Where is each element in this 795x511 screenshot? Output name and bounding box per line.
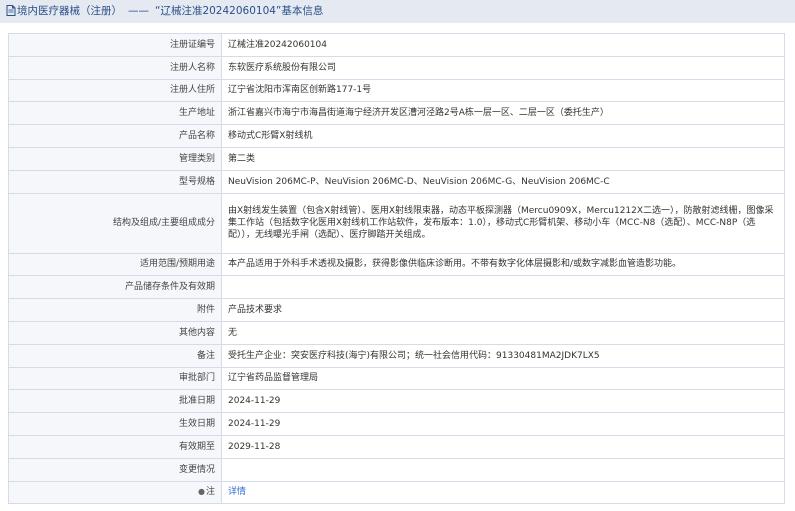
table-row: ●注 详情 xyxy=(8,480,785,505)
table-row: 有效期至 2029-11-28 xyxy=(8,434,785,459)
table-row: 附件 产品技术要求 xyxy=(8,298,785,322)
row-label: 批准日期 xyxy=(8,389,222,414)
row-label: 注册人名称 xyxy=(8,55,222,80)
row-label: 有效期至 xyxy=(8,434,222,459)
info-table: 注册证编号 辽械注准20242060104 注册人名称 东软医疗系统股份有限公司… xyxy=(8,33,785,505)
row-label: 管理类别 xyxy=(8,146,222,171)
row-label: 型号规格 xyxy=(8,169,222,194)
table-row: 型号规格 NeuVision 206MC-P、NeuVision 206MC-D… xyxy=(8,169,785,194)
row-value: 辽宁省药品监督管理局 xyxy=(221,366,785,391)
row-value: 辽宁省沈阳市浑南区创新路177-1号 xyxy=(221,78,785,103)
row-value: 产品技术要求 xyxy=(221,298,785,322)
table-row: 管理类别 第二类 xyxy=(8,146,785,171)
row-value: 辽械注准20242060104 xyxy=(221,33,785,57)
row-label: 注册证编号 xyxy=(8,33,222,57)
page-title: “辽械注准20242060104”基本信息 xyxy=(155,5,324,17)
row-label: 附件 xyxy=(8,298,222,322)
page-header: 境内医疗器械（注册） —— “辽械注准20242060104”基本信息 xyxy=(0,0,795,23)
row-label: 结构及组成/主要组成成分 xyxy=(8,192,222,254)
table-row: 产品储存条件及有效期 xyxy=(8,275,785,300)
details-link[interactable]: 详情 xyxy=(228,487,246,497)
row-value: 第二类 xyxy=(221,146,785,171)
breadcrumb-separator: —— xyxy=(128,5,149,17)
note-value-cell: 详情 xyxy=(221,480,785,505)
row-value: 本产品适用于外科手术透视及摄影，获得影像供临床诊断用。不带有数字化体层摄影和/或… xyxy=(221,252,785,277)
table-row: 结构及组成/主要组成成分 由X射线发生装置（包含X射线管）、医用X射线限束器，动… xyxy=(8,192,785,254)
table-row: 变更情况 xyxy=(8,457,785,482)
table-row: 备注 受托生产企业：突安医疗科技(海宁)有限公司；统一社会信用代码：913304… xyxy=(8,343,785,368)
note-label-cell: ●注 xyxy=(8,480,222,505)
pin-icon: ● xyxy=(198,487,205,497)
table-row: 审批部门 辽宁省药品监督管理局 xyxy=(8,366,785,391)
row-label: 注 xyxy=(205,487,215,498)
row-label: 产品储存条件及有效期 xyxy=(8,275,222,300)
row-label: 变更情况 xyxy=(8,457,222,482)
document-icon xyxy=(6,2,16,25)
row-value: 2024-11-29 xyxy=(221,389,785,414)
table-row: 产品名称 移动式C形臂X射线机 xyxy=(8,124,785,148)
table-row: 其他内容 无 xyxy=(8,320,785,345)
row-value: NeuVision 206MC-P、NeuVision 206MC-D、NeuV… xyxy=(221,169,785,194)
row-value: 东软医疗系统股份有限公司 xyxy=(221,55,785,80)
table-row: 注册证编号 辽械注准20242060104 xyxy=(8,33,785,57)
row-label: 注册人住所 xyxy=(8,78,222,103)
row-value xyxy=(221,457,785,482)
row-value: 浙江省嘉兴市海宁市海昌街道海宁经济开发区漕河泾路2号A栋一层一区、二层一区（委托… xyxy=(221,101,785,126)
row-value: 移动式C形臂X射线机 xyxy=(221,124,785,148)
table-row: 生效日期 2024-11-29 xyxy=(8,412,785,436)
row-label: 备注 xyxy=(8,343,222,368)
table-row: 生产地址 浙江省嘉兴市海宁市海昌街道海宁经济开发区漕河泾路2号A栋一层一区、二层… xyxy=(8,101,785,126)
table-row: 适用范围/预期用途 本产品适用于外科手术透视及摄影，获得影像供临床诊断用。不带有… xyxy=(8,252,785,277)
row-value xyxy=(221,275,785,300)
row-value: 由X射线发生装置（包含X射线管）、医用X射线限束器，动态平板探测器（Mercu0… xyxy=(221,192,785,254)
row-label: 其他内容 xyxy=(8,320,222,345)
table-row: 注册人名称 东软医疗系统股份有限公司 xyxy=(8,55,785,80)
table-row: 批准日期 2024-11-29 xyxy=(8,389,785,414)
row-label: 生效日期 xyxy=(8,412,222,436)
table-row: 注册人住所 辽宁省沈阳市浑南区创新路177-1号 xyxy=(8,78,785,103)
row-value: 2024-11-29 xyxy=(221,412,785,436)
row-value: 受托生产企业：突安医疗科技(海宁)有限公司；统一社会信用代码：91330481M… xyxy=(221,343,785,368)
breadcrumb[interactable]: 境内医疗器械（注册） xyxy=(17,5,122,17)
row-label: 产品名称 xyxy=(8,124,222,148)
row-label: 生产地址 xyxy=(8,101,222,126)
row-label: 审批部门 xyxy=(8,366,222,391)
row-value: 无 xyxy=(221,320,785,345)
row-value: 2029-11-28 xyxy=(221,434,785,459)
row-label: 适用范围/预期用途 xyxy=(8,252,222,277)
